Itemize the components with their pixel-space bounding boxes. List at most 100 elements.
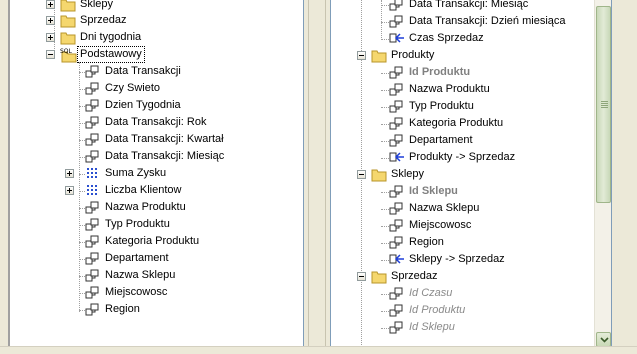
relation-icon <box>389 150 405 165</box>
tree-node-key-field[interactable]: Id Produktu <box>331 64 601 81</box>
tree-node-label: Sprzedaz <box>80 14 127 26</box>
collapse-toggle[interactable] <box>46 50 55 59</box>
tree-node-label: Sprzedaz <box>391 270 438 282</box>
measure-icon <box>85 183 101 198</box>
field-icon <box>85 200 101 215</box>
tree-node-field[interactable]: Departament <box>10 250 280 267</box>
tree-node-foreign-key[interactable]: Id Sklepu <box>331 319 601 336</box>
tree-node-field[interactable]: Region <box>331 234 601 251</box>
tree-node-label: Miejscowosc <box>105 286 168 298</box>
collapse-toggle[interactable] <box>357 170 366 179</box>
tree-node-label: Data Transakcji: Miesiąc <box>105 150 225 162</box>
tree-node-label: Data Transakcji: Dzień miesiąca <box>409 15 566 27</box>
tree-node-foreign-key[interactable]: Id Czasu <box>331 285 601 302</box>
left-tree-pane[interactable]: Sklepy Sprzedaz Dni tygodnia SQL Podstaw… <box>8 0 304 349</box>
tree-node-label: Nazwa Produktu <box>409 83 490 95</box>
field-icon <box>85 268 101 283</box>
tree-node-field[interactable]: Data Transakcji: Dzień miesiąca <box>331 13 601 30</box>
field-icon <box>389 82 405 97</box>
tree-node-key-field[interactable]: Id Sklepu <box>331 183 601 200</box>
expand-toggle[interactable] <box>46 0 55 9</box>
folder-icon <box>371 48 387 63</box>
tree-node-field[interactable]: Miejscowosc <box>10 284 280 301</box>
expand-toggle[interactable] <box>65 186 74 195</box>
tree-node-label: Departament <box>409 134 473 146</box>
field-icon <box>85 234 101 249</box>
tree-node-folder[interactable]: Dni tygodnia <box>10 29 300 46</box>
tree-node-label: Typ Produktu <box>409 100 474 112</box>
tree-node-label: Dni tygodnia <box>80 31 142 43</box>
field-icon <box>389 320 405 335</box>
tree-node-label: Typ Produktu <box>105 218 170 230</box>
collapse-toggle[interactable] <box>357 51 366 60</box>
tree-node-field[interactable]: Typ Produktu <box>331 98 601 115</box>
tree-node-relation[interactable]: Sklepy -> Sprzedaz <box>331 251 601 268</box>
field-icon <box>389 116 405 131</box>
tree-node-field[interactable]: Miejscowosc <box>331 217 601 234</box>
tree-node-field[interactable]: Data Transakcji: Miesiąc <box>331 0 601 13</box>
pane-splitter[interactable] <box>308 0 326 354</box>
expand-toggle[interactable] <box>65 169 74 178</box>
tree-node-folder[interactable]: Sprzedaz <box>10 12 300 29</box>
tree-node-label: Czas Sprzedaz <box>409 32 484 44</box>
tree-node-table[interactable]: Produkty <box>331 47 601 64</box>
tree-node-field[interactable]: Dzien Tygodnia <box>10 97 280 114</box>
tree-node-field[interactable]: Nazwa Sklepu <box>331 200 601 217</box>
tree-node-label: Produkty <box>391 49 435 61</box>
field-icon <box>389 14 405 29</box>
tree-node-label: Data Transakcji: Rok <box>105 116 207 128</box>
tree-node-label: Region <box>409 236 444 248</box>
sql-folder-icon: SQL <box>60 47 77 63</box>
tree-node-measure[interactable]: Suma Zysku <box>10 165 280 182</box>
tree-node-label: Sklepy <box>391 168 425 180</box>
tree-node-perspective[interactable]: SQL Podstawowy <box>10 46 300 63</box>
tree-node-label: Departament <box>105 252 169 264</box>
tree-node-field[interactable]: Czy Swieto <box>10 80 280 97</box>
tree-node-table[interactable]: Sprzedaz <box>331 268 601 285</box>
collapse-toggle[interactable] <box>357 272 366 281</box>
expand-toggle[interactable] <box>46 33 55 42</box>
tree-node-field[interactable]: Data Transakcji: Rok <box>10 114 280 131</box>
tree-node-field[interactable]: Typ Produktu <box>10 216 280 233</box>
tree-node-table[interactable]: Sklepy <box>331 166 601 183</box>
field-icon <box>389 65 405 80</box>
tree-node-field[interactable]: Region <box>10 301 280 318</box>
tree-node-field[interactable]: Kategoria Produktu <box>10 233 280 250</box>
tree-node-field[interactable]: Kategoria Produktu <box>331 115 601 132</box>
field-icon <box>85 132 101 147</box>
tree-node-field[interactable]: Data Transakcji: Miesiąc <box>10 148 280 165</box>
expand-toggle[interactable] <box>46 16 55 25</box>
tree-node-foreign-key[interactable]: Id Produktu <box>331 302 601 319</box>
tree-node-field[interactable]: Data Transakcji <box>10 63 280 80</box>
tree-node-label: Id Produktu <box>409 304 466 316</box>
tree-node-measure[interactable]: Liczba Klientow <box>10 182 280 199</box>
field-icon <box>389 218 405 233</box>
tree-node-relation[interactable]: Produkty -> Sprzedaz <box>331 149 601 166</box>
field-icon <box>389 201 405 216</box>
field-icon <box>389 184 405 199</box>
tree-node-label: Produkty -> Sprzedaz <box>409 151 516 163</box>
tree-node-relation[interactable]: Czas Sprzedaz <box>331 30 601 47</box>
tree-node-label: Suma Zysku <box>105 167 167 179</box>
tree-node-field[interactable]: Nazwa Sklepu <box>10 267 280 284</box>
right-tree-pane[interactable]: Data Transakcji: Miesiąc Data Transakcji:… <box>330 0 612 349</box>
scroll-down-button[interactable] <box>596 332 611 347</box>
tree-node-label: Id Produktu <box>409 66 471 78</box>
field-icon <box>85 285 101 300</box>
tree-node-label: Id Czasu <box>409 287 453 299</box>
folder-icon <box>60 0 76 12</box>
tree-node-field[interactable]: Departament <box>331 132 601 149</box>
tree-node-label: Id Sklepu <box>409 321 455 333</box>
folder-icon <box>371 269 387 284</box>
tree-node-field[interactable]: Nazwa Produktu <box>331 81 601 98</box>
svg-text:SQL: SQL <box>60 48 73 55</box>
field-icon <box>85 149 101 164</box>
tree-node-field[interactable]: Nazwa Produktu <box>10 199 280 216</box>
tree-node-label-selected: Podstawowy <box>77 46 145 63</box>
folder-icon <box>60 13 76 28</box>
tree-node-label: Nazwa Produktu <box>105 201 186 213</box>
vertical-scrollbar[interactable] <box>594 0 611 348</box>
tree-node-field[interactable]: Data Transakcji: Kwartał <box>10 131 280 148</box>
scrollbar-thumb[interactable] <box>596 6 611 203</box>
measure-icon <box>85 166 101 181</box>
